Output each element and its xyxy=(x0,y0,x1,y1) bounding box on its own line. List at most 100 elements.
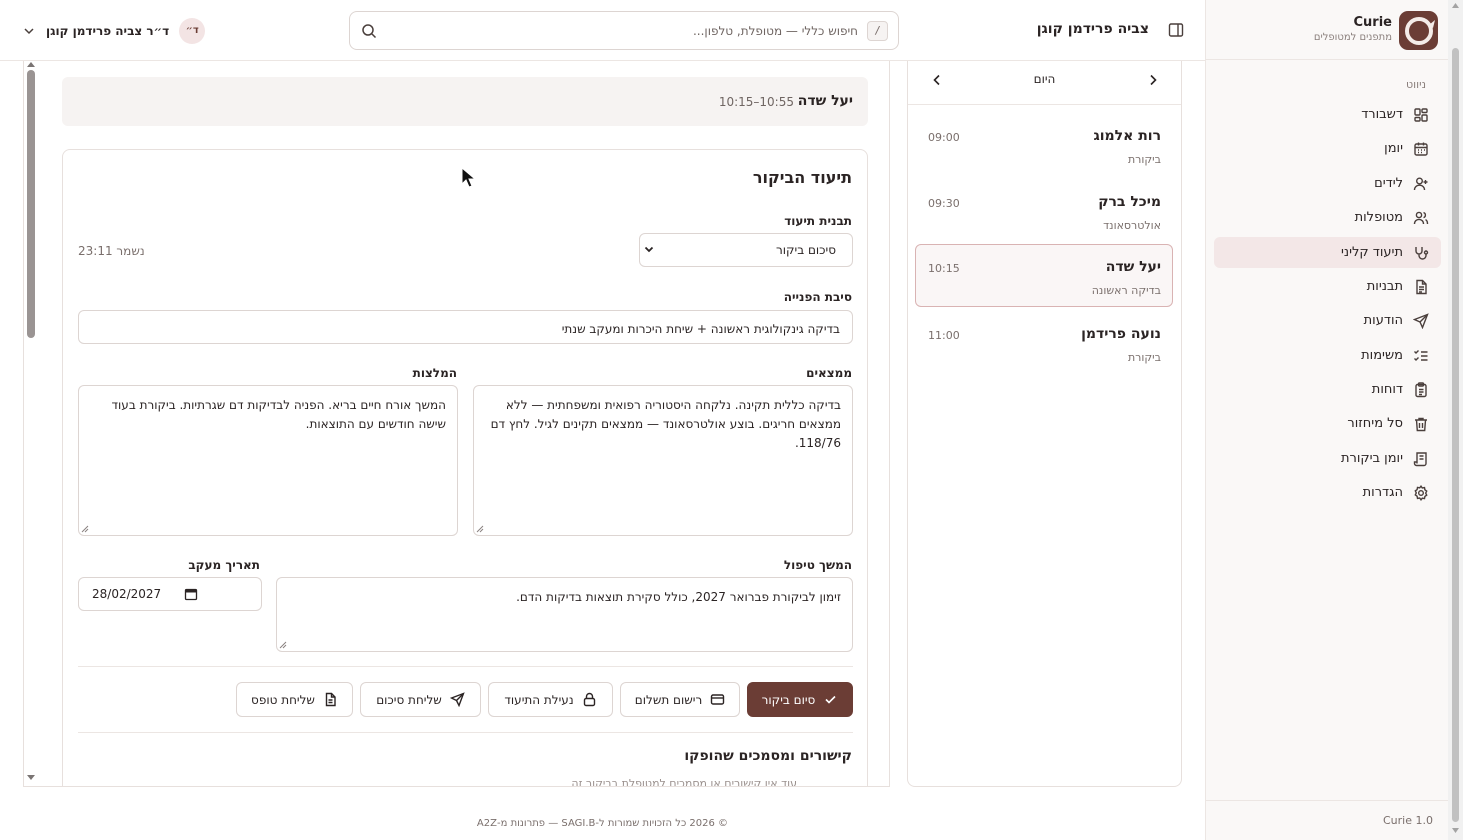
global-search: / xyxy=(349,11,899,50)
patient-header: יעל שדה 10:15–10:55 xyxy=(62,77,868,126)
inner-scrollbar[interactable] xyxy=(24,61,38,786)
links-section-subtitle: עוד אין קישורים או מסמכים למטופלת בביקור… xyxy=(571,777,797,787)
brand-subtitle: מתפנים למטופלים xyxy=(1313,32,1392,43)
divider xyxy=(78,666,853,667)
template-select[interactable]: סיכום ביקור xyxy=(639,233,853,267)
record-payment-button[interactable]: רישום תשלום xyxy=(620,682,740,717)
sidebar-item-recycle-bin[interactable]: סל מיחזור xyxy=(1214,408,1441,439)
appointment-type: בדיקה ראשונה xyxy=(1091,284,1161,297)
sidebar-item-messages[interactable]: הודעות xyxy=(1214,305,1441,336)
scroll-down-arrow-icon[interactable] xyxy=(1452,828,1459,834)
appointment-patient-name: יעל שדה xyxy=(1105,259,1161,275)
send-form-button[interactable]: שליחת טופס xyxy=(236,682,353,717)
scroll-up-arrow-icon[interactable] xyxy=(1452,2,1459,8)
sidebar-item-label: תיעוד קליני xyxy=(1341,245,1403,260)
appointment-type: ביקורת xyxy=(1127,351,1161,364)
clipboard-list-icon xyxy=(1413,381,1429,398)
resize-handle-icon[interactable] xyxy=(81,525,89,533)
sidebar-item-calendar[interactable]: יומן xyxy=(1214,133,1441,164)
sidebar-item-settings[interactable]: הגדרות xyxy=(1214,477,1441,508)
send-summary-label: שליחת סיכום xyxy=(376,692,442,707)
sidebar-item-tasks[interactable]: משימות xyxy=(1214,340,1441,371)
scrollbar-thumb[interactable] xyxy=(27,70,35,338)
list-checks-icon xyxy=(1413,348,1429,364)
calendar-icon[interactable] xyxy=(184,587,198,601)
finish-visit-button[interactable]: סיום ביקור xyxy=(747,682,853,717)
appointment-time-range: 10:15–10:55 xyxy=(718,95,794,109)
sidebar-item-label: הודעות xyxy=(1363,313,1403,328)
page-title: צביה פרידמן קוגן xyxy=(1036,21,1149,37)
reason-label: סיבת הפנייה xyxy=(783,290,852,304)
resize-handle-icon[interactable] xyxy=(279,641,287,649)
appointment-item[interactable]: מיכל ברק אולטרסאונד 09:30 xyxy=(915,179,1173,242)
template-label: תבנית תיעוד xyxy=(784,214,852,228)
scroll-up-arrow-icon[interactable] xyxy=(27,61,35,67)
appointment-item[interactable]: רות אלמוג ביקורת 09:00 xyxy=(915,113,1173,176)
sidebar-item-reports[interactable]: דוחות xyxy=(1214,374,1441,405)
appointment-time: 11:00 xyxy=(928,329,960,342)
search-input[interactable] xyxy=(418,20,858,42)
sidebar-item-templates[interactable]: תבניות xyxy=(1214,271,1441,302)
appointment-patient-name: רות אלמוג xyxy=(1093,128,1161,144)
sidebar-toggle-icon[interactable] xyxy=(1168,22,1184,38)
followup-textarea[interactable]: זימון לביקורת פברואר 2027, כולל סקירת תו… xyxy=(276,577,853,652)
appointment-item[interactable]: נועה פרידמן ביקורת 11:00 xyxy=(915,311,1173,374)
findings-textarea[interactable]: בדיקה כללית תקינה. נלקחה היסטוריה רפואית… xyxy=(473,385,853,536)
autosave-status: נשמר 23:11 xyxy=(78,244,145,258)
avatar: ד״ xyxy=(179,18,206,44)
sidebar-item-label: דשבורד xyxy=(1361,107,1403,122)
dashboard-icon xyxy=(1413,107,1429,123)
page-scrollbar-thumb[interactable] xyxy=(1452,48,1459,822)
sidebar-item-label: יומן ביקורת xyxy=(1340,451,1403,466)
appointment-time: 09:30 xyxy=(928,197,960,210)
sidebar-item-audit-log[interactable]: יומן ביקורת xyxy=(1214,443,1441,474)
sidebar-item-clinical-docs[interactable]: תיעוד קליני xyxy=(1214,237,1441,268)
page-scrollbar[interactable] xyxy=(1448,0,1463,840)
users-icon xyxy=(1413,210,1429,226)
sidebar-item-label: סל מיחזור xyxy=(1347,416,1403,431)
followup-date-input[interactable]: 28/02/2027 xyxy=(78,577,262,611)
sidebar-item-dashboard[interactable]: דשבורד xyxy=(1214,99,1441,130)
visit-documentation-area: יעל שדה 10:15–10:55 תיעוד הביקור תבנית ת… xyxy=(23,61,890,787)
resize-handle-icon[interactable] xyxy=(476,525,484,533)
sidebar-item-label: משימות xyxy=(1361,348,1403,363)
send-form-label: שליחת טופס xyxy=(251,692,315,707)
send-icon xyxy=(1413,312,1429,329)
user-menu[interactable]: ד״ר צביה פרידמן קוגן ד״ xyxy=(22,17,206,45)
sidebar-item-label: תבניות xyxy=(1366,279,1403,294)
chevron-down-icon xyxy=(643,243,655,255)
settings-icon xyxy=(1413,484,1429,501)
appointment-time: 10:15 xyxy=(928,262,960,275)
credit-card-icon xyxy=(710,692,725,707)
followup-date-value: 28/02/2027 xyxy=(92,587,162,601)
reason-input[interactable]: בדיקה גינקולוגית ראשונה + שיחת היכרות ומ… xyxy=(78,310,853,344)
patient-name: יעל שדה xyxy=(797,93,853,109)
findings-value: בדיקה כללית תקינה. נלקחה היסטוריה רפואית… xyxy=(490,398,841,450)
sidebar-item-label: יומן xyxy=(1384,141,1403,156)
chevron-down-icon xyxy=(22,24,36,38)
lock-documentation-button[interactable]: נעילת התיעוד xyxy=(488,682,613,717)
file-text-icon xyxy=(323,692,338,707)
send-summary-button[interactable]: שליחת סיכום xyxy=(360,682,481,717)
nav-heading: ניווט xyxy=(1406,78,1426,91)
schedule-day-label[interactable]: היום xyxy=(908,72,1181,86)
trash-icon xyxy=(1413,416,1429,432)
brand-logo[interactable] xyxy=(1399,11,1438,50)
brand-name: Curie xyxy=(1353,15,1392,30)
chevron-right-icon[interactable] xyxy=(1145,72,1161,88)
sidebar-item-patients[interactable]: מטופלות xyxy=(1214,202,1441,233)
sidebar-item-label: מטופלות xyxy=(1354,210,1403,225)
appointment-patient-name: נועה פרידמן xyxy=(1081,326,1161,342)
sidebar-item-leads[interactable]: לידים xyxy=(1214,168,1441,199)
appointment-item-active[interactable]: יעל שדה בדיקה ראשונה 10:15 xyxy=(915,244,1173,307)
appointment-time: 09:00 xyxy=(928,131,960,144)
stethoscope-icon xyxy=(1413,245,1429,261)
visit-documentation-card: תיעוד הביקור תבנית תיעוד סיכום ביקור נשמ… xyxy=(62,149,868,787)
scroll-down-arrow-icon[interactable] xyxy=(27,775,35,781)
finish-visit-label: סיום ביקור xyxy=(761,692,816,707)
schedule-header: היום xyxy=(908,61,1181,105)
recommendations-textarea[interactable]: המשך אורח חיים בריא. הפניה לבדיקות דם שג… xyxy=(78,385,458,536)
send-icon xyxy=(449,692,465,707)
top-bar: צביה פרידמן קוגן / ד״ר צביה פרידמן קוגן … xyxy=(0,0,1205,61)
mouse-cursor-icon xyxy=(461,167,477,189)
